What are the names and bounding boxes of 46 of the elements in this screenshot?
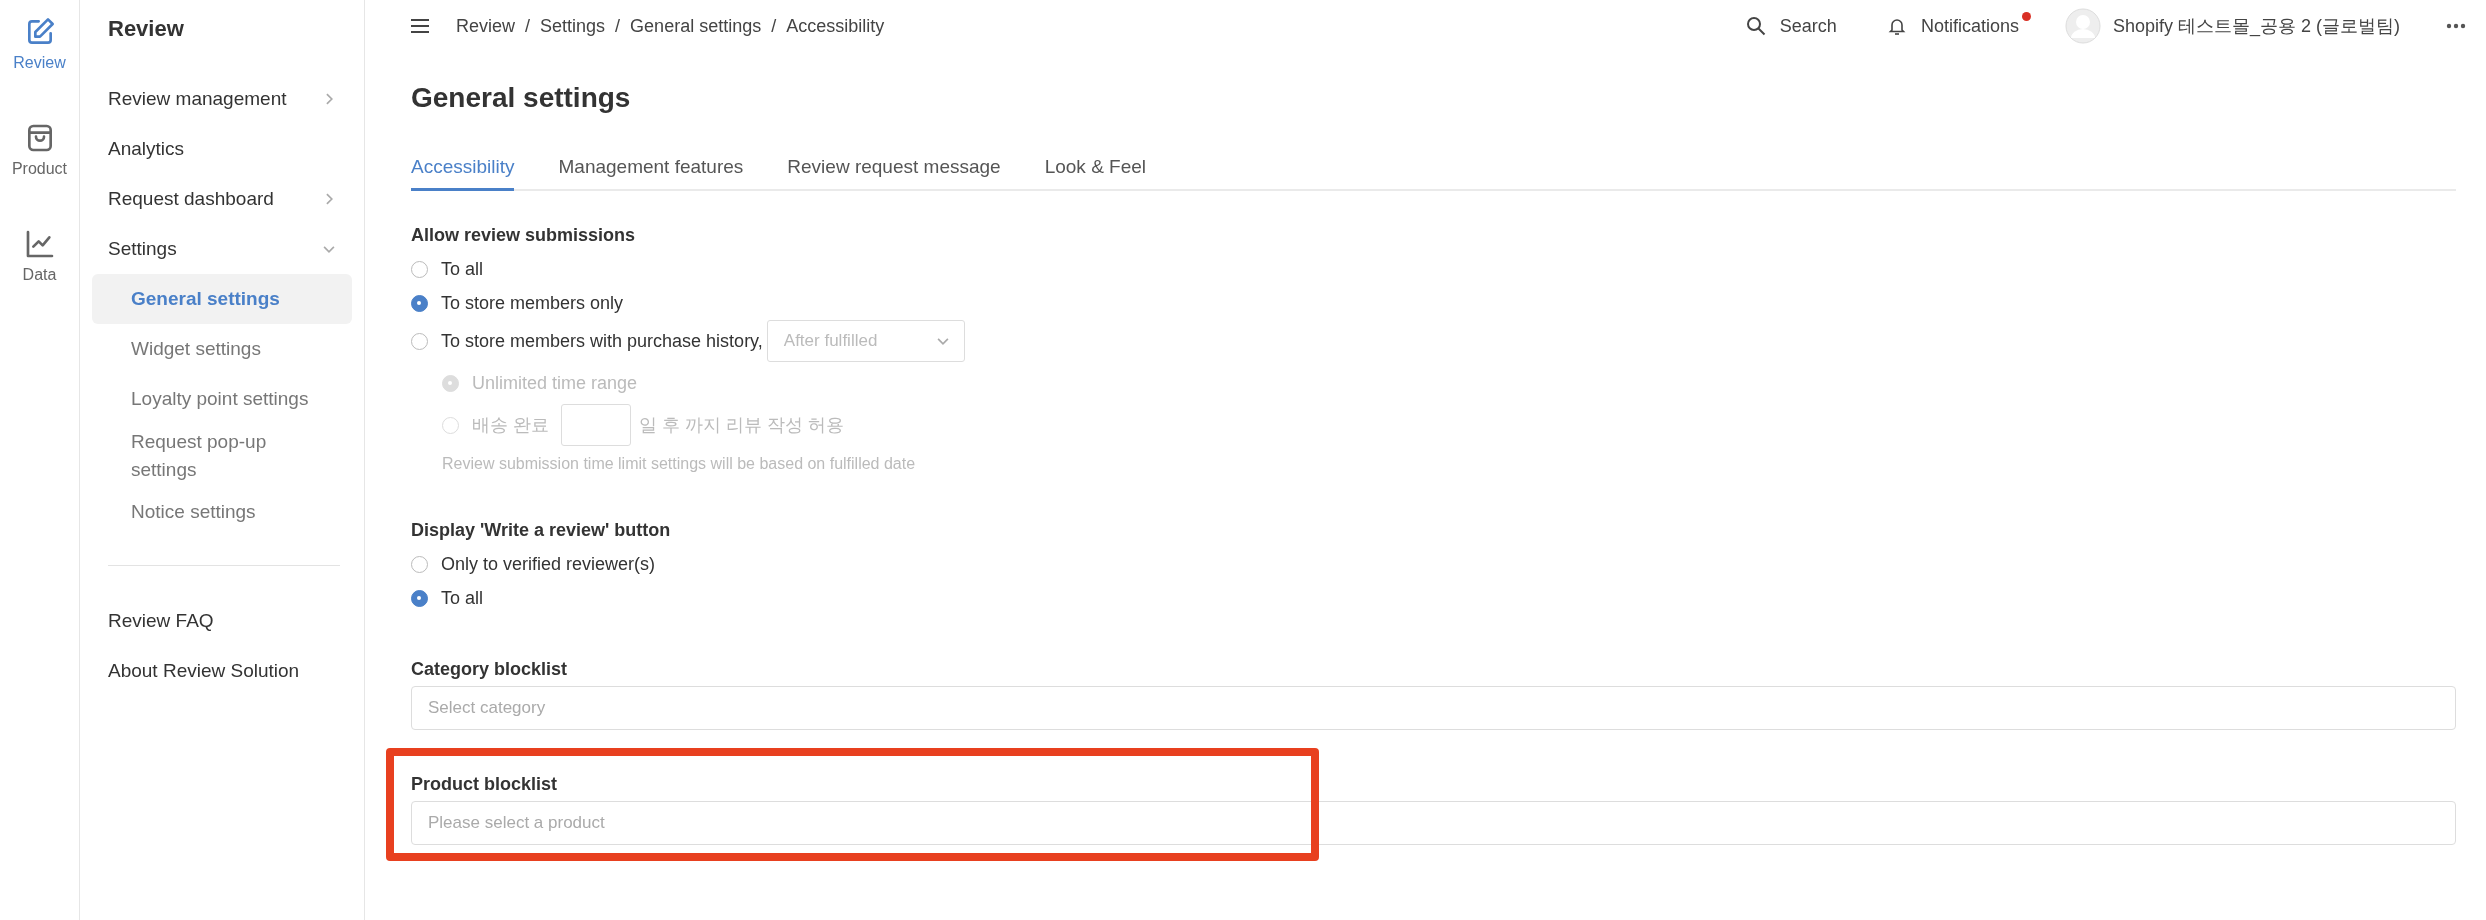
tab[interactable]: Review request message <box>787 156 1001 191</box>
sidebar-item[interactable]: Request dashboard <box>92 174 352 224</box>
bell-icon <box>1886 16 1907 36</box>
breadcrumb-item: Accessibility <box>786 15 885 37</box>
rail-item[interactable]: Data <box>0 228 79 334</box>
help-text: Review submission time limit settings will be based on fulfilled date <box>441 454 917 474</box>
sidebar-link[interactable]: Review FAQ <box>92 596 352 647</box>
breadcrumb-item[interactable]: Review <box>456 15 516 37</box>
sidebar-subitem[interactable]: Notice settings <box>92 487 352 538</box>
section-title: Category blocklist <box>411 659 569 680</box>
search-button[interactable]: Search <box>1745 15 1837 37</box>
section-title: Product blocklist <box>411 774 559 795</box>
sidebar-item[interactable]: Analytics <box>92 124 352 174</box>
sidebar-subitem[interactable]: Loyalty point settings <box>92 374 352 424</box>
option-suffix: 일 후 까지 리뷰 작성 허용 <box>639 414 845 437</box>
rail-item[interactable]: Product <box>0 122 79 228</box>
radio-option[interactable]: To all <box>411 258 484 280</box>
sidebar-title: Review <box>107 15 185 43</box>
breadcrumb-separator: / <box>771 15 777 37</box>
search-icon <box>1745 16 1766 36</box>
more-icon[interactable] <box>2446 23 2466 29</box>
breadcrumb-item[interactable]: General settings <box>630 15 762 37</box>
page-title: General settings <box>411 82 632 115</box>
radio-option[interactable]: To all <box>411 587 484 609</box>
breadcrumb-separator: / <box>525 15 531 37</box>
tab[interactable]: Look & Feel <box>1044 156 1147 191</box>
rail-item[interactable]: Review <box>0 16 79 122</box>
sidebar-link[interactable]: About Review Solution <box>92 646 352 697</box>
sidebar-subitem[interactable]: General settings <box>92 274 352 324</box>
sidebar-item[interactable]: Settings <box>92 224 352 274</box>
breadcrumb-separator: / <box>615 15 621 37</box>
section-title: Display 'Write a review' button <box>411 520 672 541</box>
tab[interactable]: Management features <box>558 156 744 191</box>
radio-option[interactable]: To store members only <box>411 292 624 314</box>
avatar-icon <box>2064 8 2101 44</box>
radio-option[interactable]: To store members with purchase history, <box>411 330 763 352</box>
notifications-button[interactable]: Notifications <box>1886 15 2019 37</box>
radio-option[interactable]: Only to verified reviewer(s) <box>411 553 656 575</box>
breadcrumb-item[interactable]: Settings <box>540 15 606 37</box>
sidebar-subitem[interactable]: Request pop-up settings <box>92 424 352 488</box>
sidebar-subitem[interactable]: Widget settings <box>92 324 352 374</box>
sidebar-item[interactable]: Review management <box>92 74 352 124</box>
menu-icon[interactable] <box>410 18 430 34</box>
account-menu[interactable]: Shopify 테스트몰_공용 2 (글로벌팀) <box>2064 8 2400 44</box>
tab[interactable]: Accessibility <box>411 156 515 191</box>
section-title: Allow review submissions <box>411 225 637 246</box>
